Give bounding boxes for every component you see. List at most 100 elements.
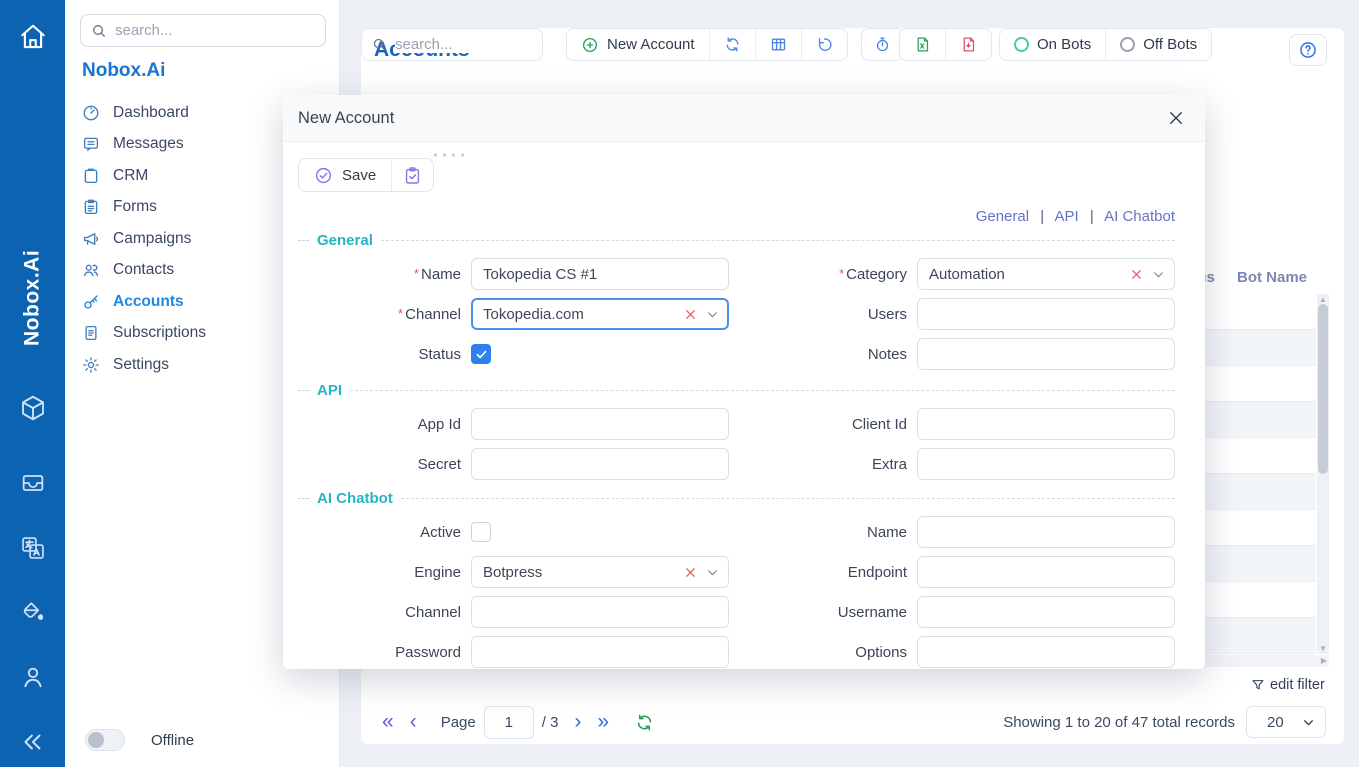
radio-circle-icon	[1014, 37, 1029, 52]
ai-channel-label: Channel	[298, 604, 461, 621]
tab-ai-chatbot[interactable]: AI Chatbot	[1104, 208, 1175, 225]
home-icon[interactable]	[0, 17, 65, 57]
offline-toggle[interactable]	[85, 729, 125, 751]
client-id-input[interactable]	[917, 408, 1175, 440]
page-size-select[interactable]: 20	[1246, 706, 1326, 738]
scrollbar-thumb[interactable]	[1318, 304, 1328, 474]
tab-general[interactable]: General	[976, 208, 1029, 225]
password-input[interactable]	[471, 636, 729, 668]
new-account-label: New Account	[607, 36, 695, 53]
table-search-input[interactable]	[395, 36, 532, 53]
user-icon[interactable]	[0, 657, 65, 697]
section-jump-links: General | API | AI Chatbot	[298, 208, 1175, 224]
export-excel-button[interactable]	[900, 29, 945, 60]
pdf-file-icon	[960, 36, 977, 53]
clear-icon[interactable]	[684, 308, 697, 321]
sidebar-item-label: Dashboard	[113, 104, 189, 122]
clear-icon[interactable]	[1130, 268, 1143, 281]
status-label: Status	[298, 346, 461, 363]
new-account-button[interactable]: New Account	[567, 29, 709, 60]
scroll-up-icon[interactable]: ▲	[1317, 295, 1329, 304]
ai-name-label: Name	[739, 524, 907, 541]
off-bots-radio[interactable]: Off Bots	[1105, 29, 1211, 60]
sidebar-search[interactable]	[80, 14, 326, 47]
endpoint-input[interactable]	[917, 556, 1175, 588]
sidebar-item-label: CRM	[113, 167, 148, 185]
users-input[interactable]	[917, 298, 1175, 330]
inbox-icon[interactable]	[0, 463, 65, 503]
vertical-scrollbar[interactable]: ▲ ▼	[1317, 294, 1329, 654]
excel-file-icon	[914, 36, 931, 53]
crm-icon	[82, 167, 100, 185]
help-icon	[1298, 40, 1318, 60]
api-fields: App Id Client Id Secret Extra	[298, 408, 1175, 480]
sidebar-item-label: Messages	[113, 135, 184, 153]
tab-api[interactable]: API	[1055, 208, 1079, 225]
help-button[interactable]	[1289, 34, 1327, 66]
ai-channel-input[interactable]	[471, 596, 729, 628]
clear-icon[interactable]	[684, 566, 697, 579]
close-icon[interactable]	[1167, 109, 1185, 127]
section-ai-chatbot: AI Chatbot	[298, 490, 1175, 506]
save-and-copy-button[interactable]	[391, 159, 433, 191]
endpoint-label: Endpoint	[739, 564, 907, 581]
modal-header: New Account	[283, 95, 1205, 142]
sidebar-item-label: Settings	[113, 356, 169, 374]
refresh-button[interactable]	[709, 29, 755, 60]
table-grid-icon	[770, 36, 787, 53]
search-icon	[372, 37, 387, 52]
plus-circle-icon	[581, 36, 599, 54]
section-api: API	[298, 382, 1175, 398]
save-button[interactable]: Save	[299, 159, 391, 191]
save-label: Save	[342, 167, 376, 184]
scroll-right-icon[interactable]: ▶	[1321, 656, 1327, 665]
off-bots-label: Off Bots	[1143, 36, 1197, 53]
sidebar-brand: Nobox.Ai	[82, 60, 165, 82]
collapse-icon[interactable]	[0, 722, 65, 762]
username-input[interactable]	[917, 596, 1175, 628]
sidebar-item-label: Accounts	[113, 293, 184, 311]
modal-body: Save General | API | AI Chatbot General …	[283, 142, 1205, 668]
app-rail: Nobox.Ai	[0, 0, 65, 767]
key-icon	[82, 293, 100, 311]
options-input[interactable]	[917, 636, 1175, 668]
sidebar-search-input[interactable]	[115, 22, 315, 39]
timer-button-group	[861, 28, 904, 61]
active-checkbox[interactable]	[471, 522, 491, 542]
cube-icon[interactable]	[0, 388, 65, 428]
drag-dots-icon	[431, 152, 465, 158]
category-select[interactable]: Automation	[917, 258, 1175, 290]
general-fields: *Name *Category Automation *Channel Toko…	[298, 258, 1175, 370]
channel-select[interactable]: Tokopedia.com	[471, 298, 729, 330]
chevron-down-icon	[1152, 268, 1165, 281]
translate-icon[interactable]	[0, 528, 65, 568]
forms-icon	[82, 198, 100, 216]
table-search[interactable]	[361, 28, 543, 61]
campaigns-icon	[82, 230, 100, 248]
app-id-input[interactable]	[471, 408, 729, 440]
column-header-bot-name[interactable]: Bot Name	[1237, 269, 1307, 286]
on-bots-radio[interactable]: On Bots	[1000, 29, 1105, 60]
status-checkbox[interactable]	[471, 344, 491, 364]
page-size-value: 20	[1267, 714, 1284, 731]
export-pdf-button[interactable]	[945, 29, 991, 60]
edit-filter-link[interactable]: edit filter	[1251, 677, 1325, 693]
secret-input[interactable]	[471, 448, 729, 480]
username-label: Username	[739, 604, 907, 621]
scroll-down-icon[interactable]: ▼	[1317, 644, 1329, 653]
sidebar-item-label: Contacts	[113, 261, 174, 279]
name-input[interactable]	[471, 258, 729, 290]
sidebar-item-label: Subscriptions	[113, 324, 206, 342]
ink-drop-icon[interactable]	[0, 592, 65, 632]
tab-separator: |	[1040, 208, 1044, 225]
engine-select[interactable]: Botpress	[471, 556, 729, 588]
undo-button[interactable]	[801, 29, 847, 60]
extra-input[interactable]	[917, 448, 1175, 480]
tab-separator: |	[1090, 208, 1094, 225]
ai-name-input[interactable]	[917, 516, 1175, 548]
secret-label: Secret	[298, 456, 461, 473]
columns-button[interactable]	[755, 29, 801, 60]
auto-refresh-button[interactable]	[862, 29, 903, 60]
active-label: Active	[298, 524, 461, 541]
notes-input[interactable]	[917, 338, 1175, 370]
